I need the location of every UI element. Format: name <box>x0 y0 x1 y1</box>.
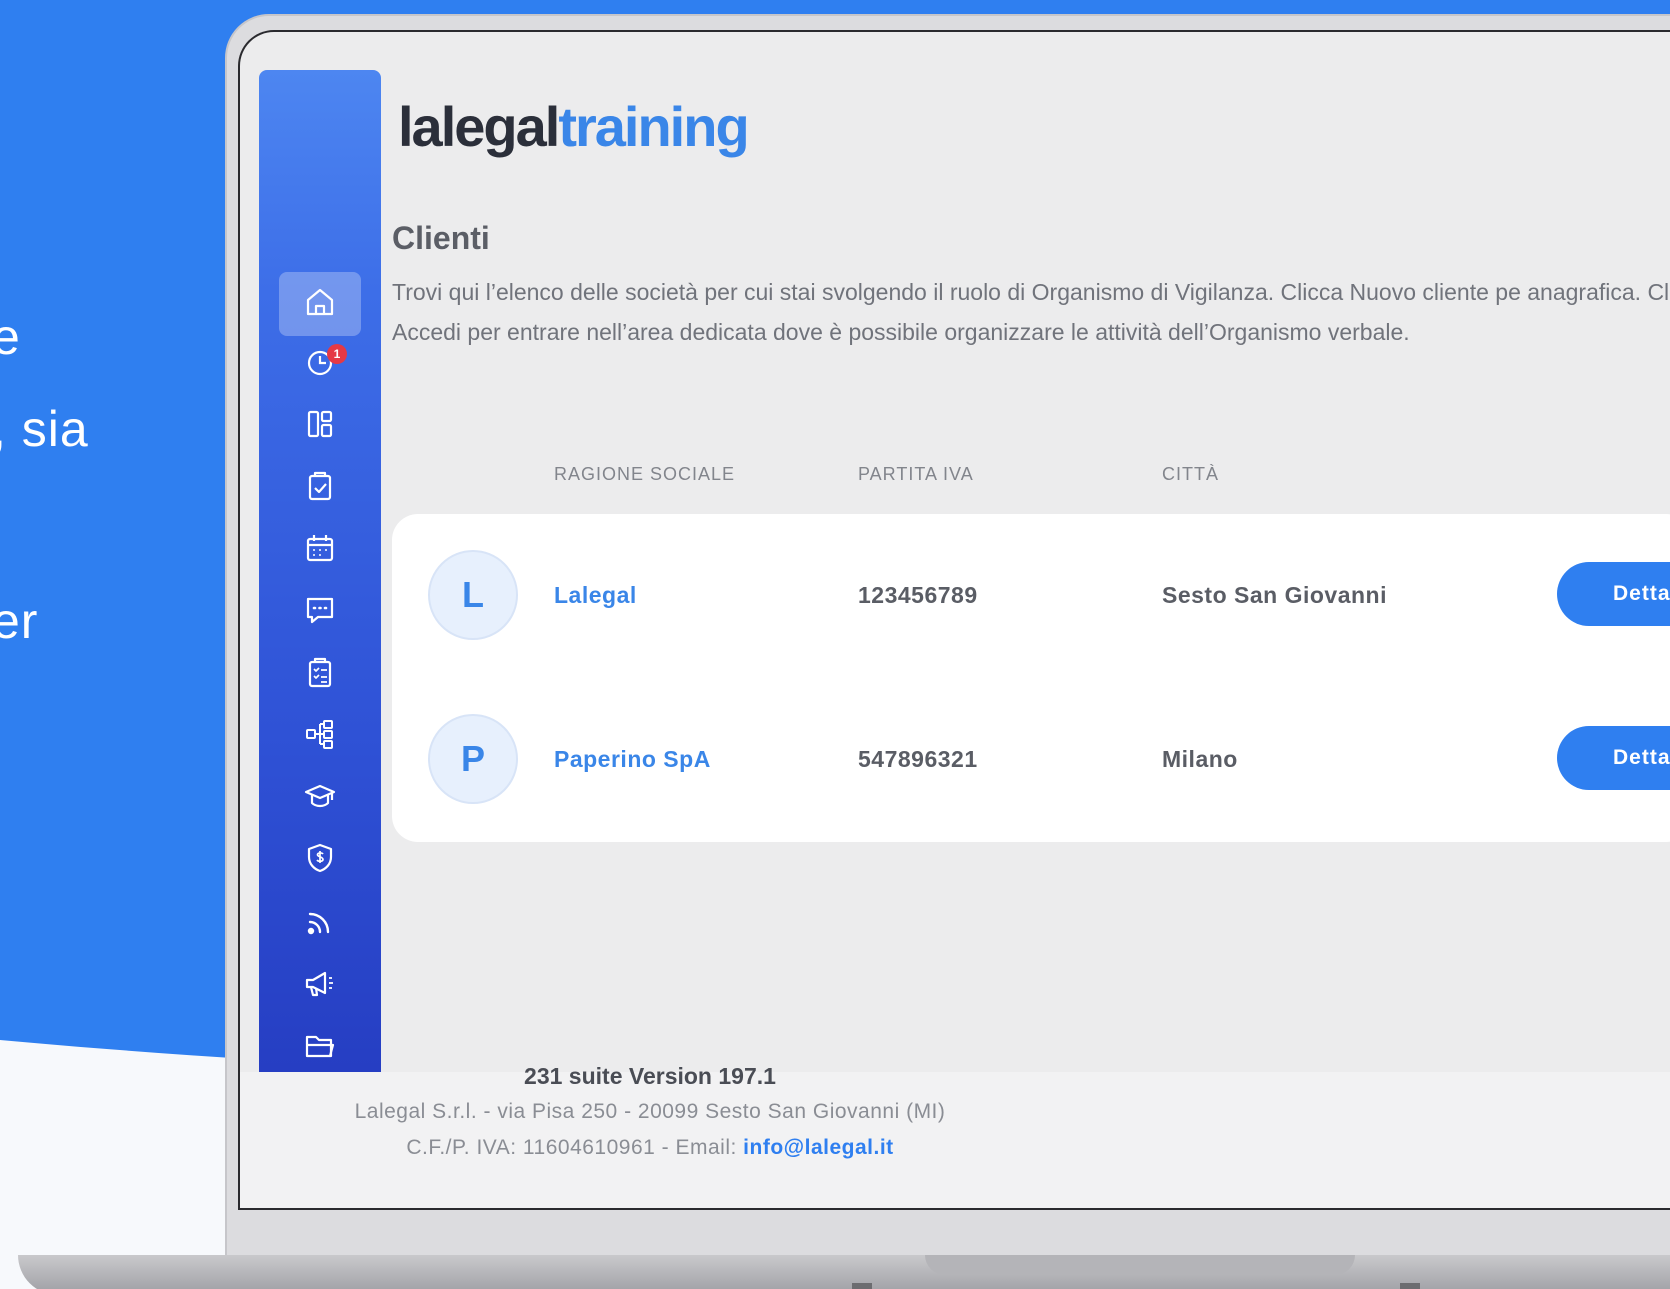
client-city: Sesto San Giovanni <box>1162 582 1387 608</box>
client-vat: 123456789 <box>858 582 978 608</box>
details-button[interactable]: Detta <box>1557 562 1670 626</box>
sidebar-item-home[interactable] <box>279 272 361 336</box>
sidebar-item-messaggi[interactable] <box>279 580 361 644</box>
sidebar-item-budget[interactable] <box>279 828 361 892</box>
sidebar-item-comunicazioni[interactable] <box>279 954 361 1018</box>
sidebar-item-dashboard[interactable] <box>279 394 361 458</box>
footer-address: Lalegal S.r.l. - via Pisa 250 - 20099 Se… <box>354 1100 946 1123</box>
laptop-foot <box>1400 1283 1420 1289</box>
dashboard-icon <box>303 407 337 446</box>
sidebar-item-checklist[interactable] <box>279 642 361 706</box>
footer-fiscal: C.F./P. IVA: 11604610961 - Email: <box>406 1136 744 1159</box>
shield-dollar-icon <box>303 841 337 880</box>
client-name[interactable]: Paperino SpA <box>554 746 711 773</box>
laptop-notch <box>925 1255 1355 1275</box>
page-description: Trovi qui l’elenco delle società per cui… <box>392 279 1670 345</box>
page-title: Clienti <box>392 220 490 256</box>
clients-table: L Lalegal 123456789 Sesto San Giovanni D… <box>392 514 1670 842</box>
footer-version: 231 suite Version 197.1 <box>524 1063 776 1089</box>
checklist-icon <box>303 655 337 694</box>
sidebar-item-formazione[interactable] <box>279 766 361 830</box>
sidebar-item-news[interactable] <box>279 892 361 956</box>
sidebar: 1 <box>259 70 381 1174</box>
marketing-text-line: er <box>0 593 39 649</box>
sidebar-item-scadenze[interactable]: 1 <box>279 332 361 396</box>
folder-icon <box>303 1029 337 1068</box>
column-header-citta[interactable]: CITTÀ <box>1162 464 1219 485</box>
sidebar-item-calendario[interactable] <box>279 518 361 582</box>
logo-text: lalegal <box>398 95 560 158</box>
clipboard-check-icon <box>303 469 337 508</box>
details-button[interactable]: Detta <box>1557 726 1670 790</box>
marketing-text-line: e <box>0 309 21 365</box>
graduation-cap-icon <box>303 779 337 818</box>
sidebar-item-adempimenti[interactable] <box>279 456 361 520</box>
client-vat: 547896321 <box>858 746 978 772</box>
logo-text-accent: training <box>558 95 749 158</box>
notification-badge: 1 <box>327 344 347 364</box>
table-row: P Paperino SpA 547896321 Milano Detta <box>392 678 1670 842</box>
avatar: L <box>428 550 518 640</box>
marketing-text-line: , sia <box>0 401 89 457</box>
client-name[interactable]: Lalegal <box>554 582 637 609</box>
laptop-base <box>18 1255 1670 1289</box>
app-screen: 1 lalegaltraining Clienti Trovi qui l’el… <box>238 30 1670 1210</box>
column-header-partita-iva[interactable]: PARTITA IVA <box>858 464 974 485</box>
laptop-foot <box>852 1283 872 1289</box>
megaphone-icon <box>303 967 337 1006</box>
app-logo: lalegaltraining <box>398 94 750 159</box>
org-chart-icon <box>303 717 337 756</box>
client-city: Milano <box>1162 746 1238 772</box>
footer-contacts: C.F./P. IVA: 11604610961 - Email: info@l… <box>0 1136 1480 1160</box>
avatar: P <box>428 714 518 804</box>
column-header-ragione-sociale[interactable]: RAGIONE SOCIALE <box>554 464 735 485</box>
sidebar-item-organigramma[interactable] <box>279 704 361 768</box>
calendar-icon <box>303 531 337 570</box>
chat-icon <box>303 593 337 632</box>
footer-email-link[interactable]: info@lalegal.it <box>743 1136 894 1159</box>
rss-icon <box>303 905 337 944</box>
table-row: L Lalegal 123456789 Sesto San Giovanni D… <box>392 514 1670 678</box>
home-icon <box>303 285 337 324</box>
